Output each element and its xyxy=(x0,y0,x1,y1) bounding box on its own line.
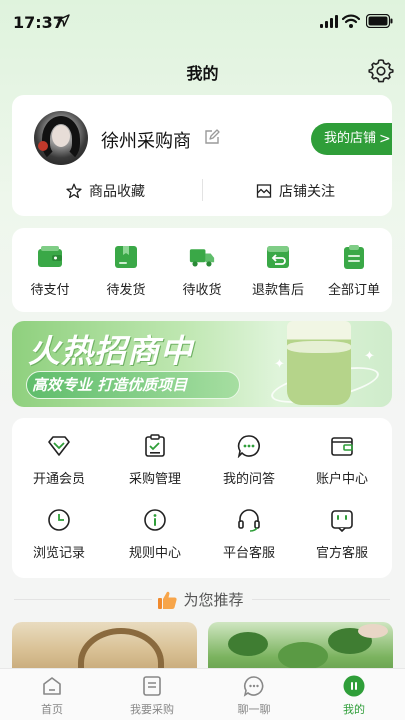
order-label: 待发货 xyxy=(106,283,146,298)
service-account[interactable]: 账户中心 xyxy=(297,434,387,487)
service-official-support[interactable]: 官方客服 xyxy=(297,508,387,561)
service-face-icon xyxy=(331,510,353,532)
service-label: 官方客服 xyxy=(315,546,368,561)
chat-bubble-icon xyxy=(243,676,264,697)
box-icon xyxy=(115,246,137,268)
sparkle-icon: ✦ xyxy=(274,357,285,372)
order-all[interactable]: 全部订单 xyxy=(322,244,386,298)
sparkle-icon: ✦ xyxy=(364,349,375,364)
store-follow-link[interactable]: 店铺关注 xyxy=(256,181,335,201)
store-icon xyxy=(256,184,272,198)
service-label: 平台客服 xyxy=(222,546,275,561)
status-bar: 17:37 xyxy=(0,0,405,46)
banner-subtitle: 高效专业 打造优质项目 xyxy=(32,376,188,394)
tab-home[interactable]: 首页 xyxy=(12,675,92,717)
service-membership[interactable]: 开通会员 xyxy=(14,434,104,487)
order-label: 退款售后 xyxy=(251,283,304,298)
service-history[interactable]: 浏览记录 xyxy=(14,508,104,561)
user-name[interactable]: 徐州采购商 xyxy=(101,127,191,153)
recommend-title: 为您推荐 xyxy=(0,589,405,610)
service-label: 开通会员 xyxy=(32,472,85,487)
tab-label: 首页 xyxy=(41,703,63,716)
chevron-right-icon: > xyxy=(379,131,391,147)
battery-icon xyxy=(366,14,393,28)
order-label: 待收货 xyxy=(182,283,222,298)
order-label: 全部订单 xyxy=(327,283,380,298)
profile-card: 徐州采购商 我的店铺 > 商品收藏 店铺关注 xyxy=(12,95,392,216)
store-follow-label: 店铺关注 xyxy=(279,184,335,200)
my-store-label: 我的店铺 xyxy=(324,131,377,146)
tab-label: 我的 xyxy=(343,703,365,716)
page-title: 我的 xyxy=(186,64,219,83)
chat-icon xyxy=(237,435,260,458)
signal-icon xyxy=(320,15,338,28)
tab-mine[interactable]: 我的 xyxy=(314,675,394,717)
edit-icon[interactable] xyxy=(204,129,220,145)
home-icon xyxy=(43,677,61,695)
banner-title: 火热招商中 xyxy=(28,332,194,370)
avatar[interactable] xyxy=(34,111,88,165)
truck-icon xyxy=(189,249,215,267)
services-card: 开通会员 采购管理 我的问答 账户中心 浏览记录 规则中心 平台客服 官方客服 xyxy=(12,418,392,578)
headset-icon xyxy=(238,509,260,532)
service-label: 采购管理 xyxy=(128,472,181,487)
my-store-button[interactable]: 我的店铺 > xyxy=(311,123,392,155)
product-favorites-label: 商品收藏 xyxy=(89,184,145,200)
service-label: 我的问答 xyxy=(222,472,275,487)
service-label: 浏览记录 xyxy=(32,546,85,561)
clipboard-icon xyxy=(344,245,364,269)
order-label: 待支付 xyxy=(30,283,70,298)
clipboard-check-icon xyxy=(145,434,165,457)
info-icon xyxy=(144,509,166,531)
product-favorites-link[interactable]: 商品收藏 xyxy=(66,181,145,201)
refund-icon xyxy=(267,246,289,268)
matcha-drink-image xyxy=(287,321,351,405)
promo-banner[interactable]: 火热招商中 高效专业 打造优质项目 ✦ ✦ xyxy=(12,321,392,407)
order-pending-payment[interactable]: 待支付 xyxy=(18,244,82,298)
service-rules[interactable]: 规则中心 xyxy=(110,508,200,561)
order-pending-receipt[interactable]: 待收货 xyxy=(170,244,234,298)
order-pending-shipment[interactable]: 待发货 xyxy=(94,244,158,298)
tab-label: 我要采购 xyxy=(130,703,174,716)
clock-icon xyxy=(48,509,70,531)
gear-icon[interactable] xyxy=(368,57,394,83)
service-platform-support[interactable]: 平台客服 xyxy=(204,508,294,561)
divider xyxy=(202,179,203,201)
star-icon xyxy=(66,183,82,199)
profile-icon xyxy=(343,675,365,697)
service-label: 规则中心 xyxy=(128,546,181,561)
location-arrow-icon xyxy=(57,14,70,27)
service-qa[interactable]: 我的问答 xyxy=(204,434,294,487)
wallet-icon xyxy=(38,246,62,267)
order-refund-aftersales[interactable]: 退款售后 xyxy=(246,244,310,298)
tab-purchase[interactable]: 我要采购 xyxy=(112,675,192,717)
wallet-outline-icon xyxy=(331,437,353,456)
orders-card: 待支付 待发货 待收货 退款售后 全部订单 xyxy=(12,228,392,312)
service-procurement[interactable]: 采购管理 xyxy=(110,434,200,487)
list-icon xyxy=(143,676,161,696)
bottom-tab-bar: 首页 我要采购 聊一聊 我的 xyxy=(0,668,405,720)
diamond-icon xyxy=(48,436,70,456)
recommend-title-text: 为您推荐 xyxy=(183,591,244,609)
tab-chat[interactable]: 聊一聊 xyxy=(214,675,294,717)
service-label: 账户中心 xyxy=(315,472,368,487)
tab-label: 聊一聊 xyxy=(237,703,271,716)
wifi-icon xyxy=(342,14,360,28)
